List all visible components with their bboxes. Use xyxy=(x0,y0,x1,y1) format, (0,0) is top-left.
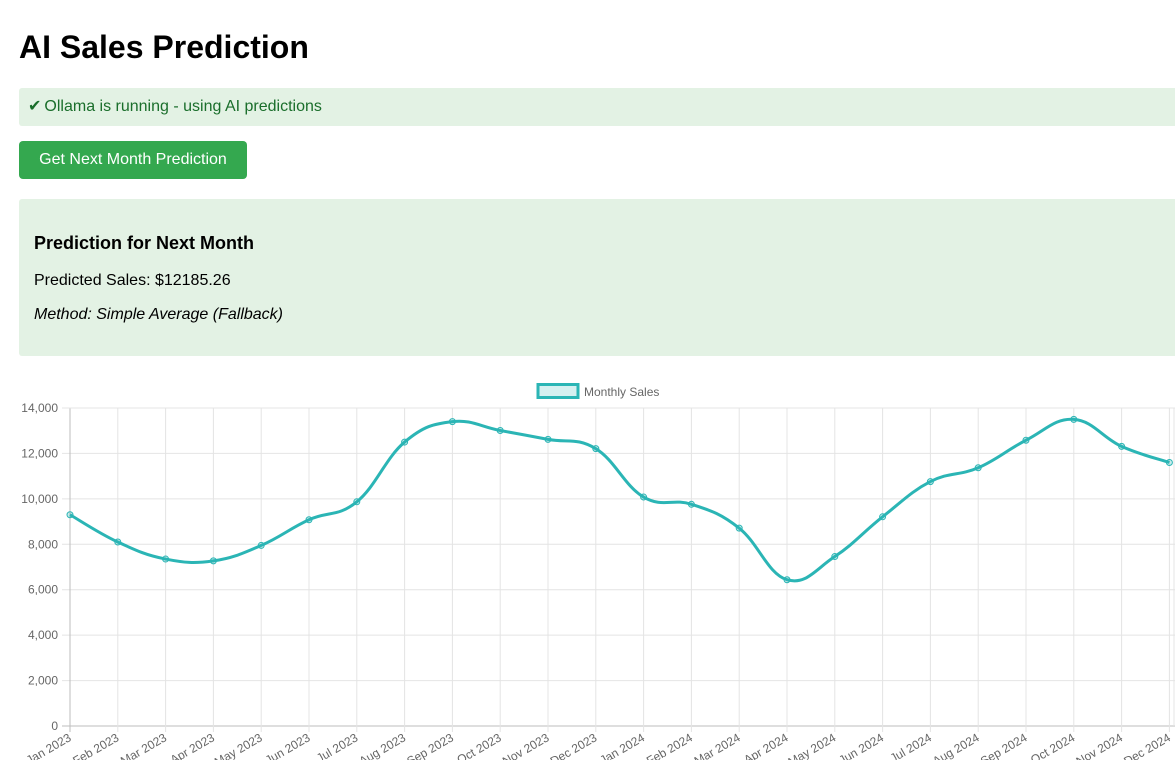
data-point[interactable] xyxy=(162,555,170,563)
data-point[interactable] xyxy=(353,498,361,506)
data-point[interactable] xyxy=(257,541,265,549)
x-tick-label: Jul 2023 xyxy=(314,730,361,760)
legend-swatch xyxy=(536,383,580,399)
x-tick-label: Jun 2024 xyxy=(836,730,886,760)
x-tick-label: Nov 2023 xyxy=(500,730,552,760)
data-point[interactable] xyxy=(926,478,934,486)
data-point[interactable] xyxy=(209,557,217,565)
page: AI Sales Prediction ✔ Ollama is running -… xyxy=(0,0,1175,760)
x-tick-label: Mar 2023 xyxy=(118,730,169,760)
y-tick-label: 4,000 xyxy=(28,628,58,642)
x-tick-label: Apr 2024 xyxy=(741,730,790,760)
prediction-result-panel: Prediction for Next Month Predicted Sale… xyxy=(19,199,1175,356)
data-point[interactable] xyxy=(401,438,409,446)
y-tick-label: 8,000 xyxy=(28,537,58,551)
prediction-heading: Prediction for Next Month xyxy=(34,233,254,253)
data-point[interactable] xyxy=(448,418,456,426)
data-point[interactable] xyxy=(66,511,74,519)
series-line xyxy=(69,417,1170,583)
legend[interactable]: Monthly Sales xyxy=(536,383,659,400)
x-tick-label: Nov 2024 xyxy=(1074,730,1126,760)
data-point[interactable] xyxy=(879,513,887,521)
data-point[interactable] xyxy=(114,538,122,546)
data-point[interactable] xyxy=(592,445,600,453)
x-tick-label: Sep 2024 xyxy=(978,730,1030,760)
data-point[interactable] xyxy=(687,500,695,508)
data-point[interactable] xyxy=(1165,459,1173,467)
x-tick-label: Sep 2023 xyxy=(404,730,456,760)
data-point[interactable] xyxy=(1070,415,1078,423)
y-tick-label: 14,000 xyxy=(21,401,58,415)
x-tick-label: Mar 2024 xyxy=(692,730,743,760)
y-tick-label: 2,000 xyxy=(28,674,58,688)
x-tick-label: Aug 2024 xyxy=(930,730,982,760)
x-tick-label: Dec 2023 xyxy=(548,730,600,760)
x-tick-label: Jul 2024 xyxy=(888,730,935,760)
x-tick-label: Dec 2024 xyxy=(1121,730,1173,760)
prediction-method: Method: Simple Average (Fallback) xyxy=(34,306,283,323)
x-axis: Jan 2023Feb 2023Mar 2023Apr 2023May 2023… xyxy=(24,730,1173,760)
data-point[interactable] xyxy=(735,524,743,532)
y-tick-label: 10,000 xyxy=(21,492,58,506)
y-tick-label: 12,000 xyxy=(21,446,58,460)
x-tick-label: Aug 2023 xyxy=(357,730,409,760)
x-tick-label: Oct 2023 xyxy=(455,730,504,760)
status-text: Ollama is running - using AI predictions xyxy=(44,98,322,115)
x-tick-label: Jan 2024 xyxy=(597,730,647,760)
data-point[interactable] xyxy=(974,464,982,472)
data-point[interactable] xyxy=(783,576,791,584)
sales-line-chart: Monthly Sales 0 2,000 4,000 6,000 8,000 10,00… xyxy=(21,383,1175,760)
y-tick-label: 6,000 xyxy=(28,583,58,597)
page-title: AI Sales Prediction xyxy=(19,29,309,65)
x-tick-label: Jun 2023 xyxy=(263,730,313,760)
x-tick-label: May 2023 xyxy=(212,730,265,760)
data-point[interactable] xyxy=(1118,442,1126,450)
x-tick-label: Feb 2024 xyxy=(644,730,695,760)
x-tick-label: Jan 2023 xyxy=(24,730,74,760)
x-tick-label: May 2024 xyxy=(786,730,839,760)
legend-label: Monthly Sales xyxy=(584,385,659,399)
x-tick-label: Feb 2023 xyxy=(70,730,121,760)
y-tick-label: 0 xyxy=(51,719,58,733)
data-point[interactable] xyxy=(831,553,839,561)
data-point[interactable] xyxy=(305,516,313,524)
data-point[interactable] xyxy=(640,493,648,501)
chart-grid xyxy=(62,407,1175,732)
ollama-status-banner: ✔ Ollama is running - using AI prediction… xyxy=(19,88,1175,126)
data-point[interactable] xyxy=(544,435,552,443)
x-tick-label: Oct 2024 xyxy=(1028,730,1077,760)
data-point[interactable] xyxy=(496,426,504,434)
get-prediction-button[interactable]: Get Next Month Prediction xyxy=(19,141,247,179)
check-icon: ✔ xyxy=(28,98,42,115)
predicted-sales-value: Predicted Sales: $12185.26 xyxy=(34,272,231,289)
x-tick-label: Apr 2023 xyxy=(168,730,217,760)
y-axis: 0 2,000 4,000 6,000 8,000 10,000 12,000 14,000 xyxy=(21,401,58,733)
data-point[interactable] xyxy=(1022,436,1030,444)
